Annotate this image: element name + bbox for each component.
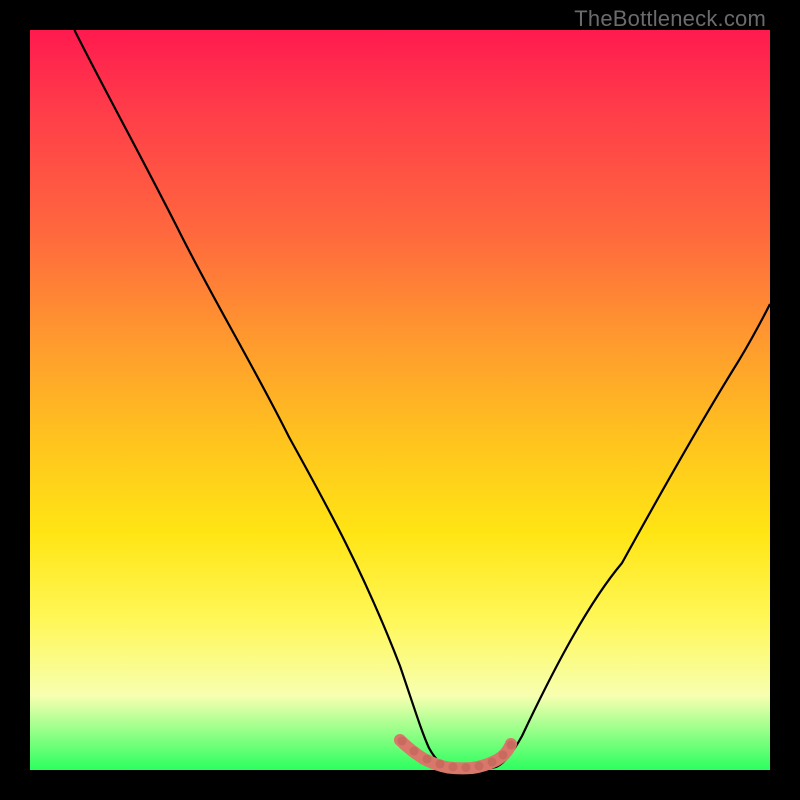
plot-area [30,30,770,770]
chart-frame: TheBottleneck.com [0,0,800,800]
bottleneck-curve [74,30,770,770]
chart-svg [30,30,770,770]
watermark-text: TheBottleneck.com [574,6,766,32]
